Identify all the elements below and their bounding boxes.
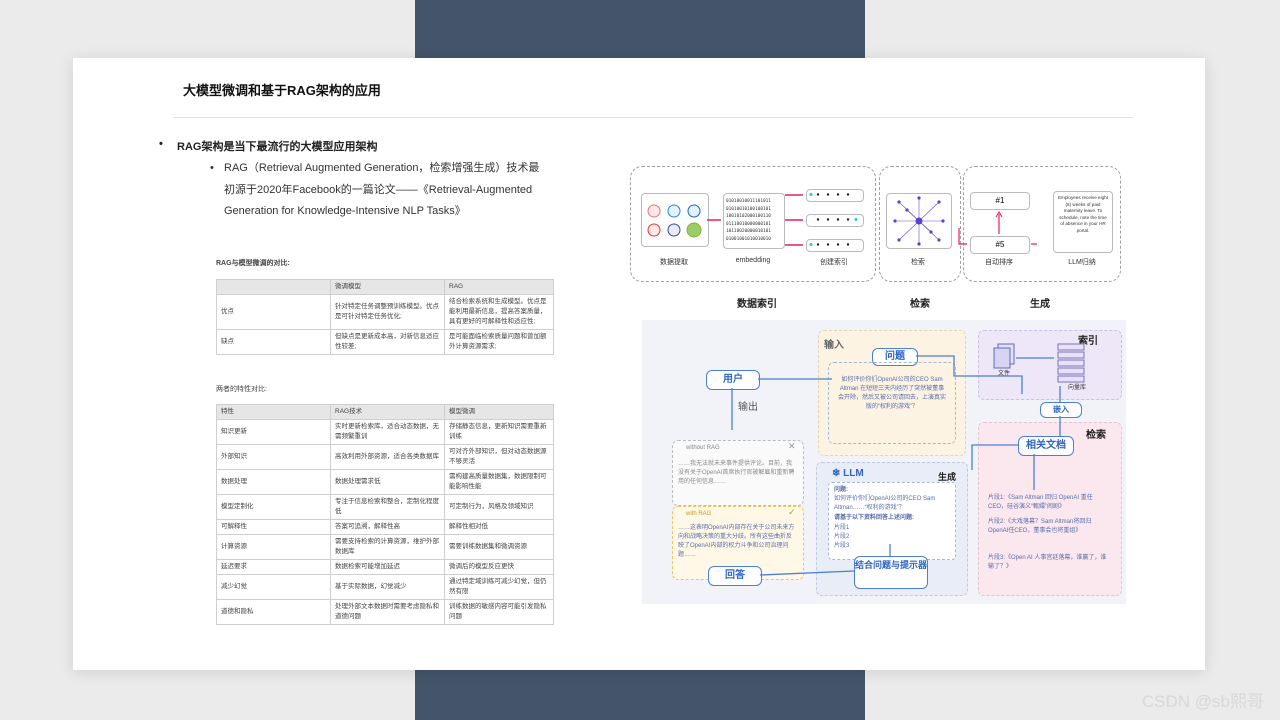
table-cell: 道德和隐私 (216, 599, 331, 625)
table-row: 可解释性 答案可追溯，解释性高 解释性相对低 (216, 519, 554, 535)
title-divider (173, 117, 1133, 118)
table-cell: 处理外部文本数据时需要考虑隐私和道德问题 (330, 599, 445, 625)
llm-summary-box: Employees receive eight (8) weeks of pai… (1053, 191, 1113, 253)
table-row: 特性 RAG技术 模型微调 (216, 404, 554, 420)
flow-diagram: 输入 问题 如何评价你们OpenAI公司的CEO Sam Altman 在短短三… (642, 320, 1126, 604)
table-cell: 可定制行为，风格及领域知识 (444, 494, 554, 520)
table-cell: 可解释性 (216, 519, 331, 535)
table-row: 模型定制化 专注于信息检索和整合，定制化程度低 可定制行为，风格及领域知识 (216, 494, 554, 520)
table-cell: 计算资源 (216, 534, 331, 560)
node-label: 检索 (911, 259, 925, 266)
table-row: 缺点 但缺点是更新成本高，对新信息适应性较差; 是可能面临检索质量问题和曾加额外… (216, 329, 554, 355)
table-row: 知识更新 实时更新检索库，适合动态数据，无需频繁重训 存储静态信息，更新知识需要重新… (216, 419, 554, 445)
table-header: 特性 (216, 404, 331, 420)
table-cell: 缺点 (216, 329, 331, 355)
table-header: RAG (444, 279, 554, 295)
features-table: 特性 RAG技术 模型微调 知识更新 实时更新检索库，适合动态数据，无需频繁重训存… (216, 404, 554, 625)
table-cell: 数据处理 (216, 469, 331, 495)
table-header: 模型微调 (444, 404, 554, 420)
table-cell: 通过特定域训练可减少幻觉，但仍然有限 (444, 574, 554, 600)
vector-dots (809, 193, 858, 246)
table-cell: 答案可追溯，解释性高 (330, 519, 445, 535)
llm-summary-text: Employees receive eight (8) weeks of pai… (1057, 195, 1109, 233)
table-cell: 专注于信息检索和整合，定制化程度低 (330, 494, 445, 520)
bullet-main-text: RAG架构是当下最流行的大模型应用架构 (177, 141, 378, 153)
watermark: CSDN @sb熙哥 (1141, 692, 1264, 711)
table-row: 延迟要求 数据检索可能增加延迟 微调后的模型反应更快 (216, 559, 554, 575)
table-cell: 结合检索系统和生成模型。优点是能利用最新信息，提高答案质量，具有更好的可解释性和… (444, 294, 554, 330)
table-cell: 但缺点是更新成本高，对新信息适应性较差; (330, 329, 445, 355)
table-cell: 优点 (216, 294, 331, 330)
table-cell: 减少幻觉 (216, 574, 331, 600)
table-cell: 针对特定任务调整预训练模型。优点是可针对特定任务优化; (330, 294, 445, 330)
stage-label: 数据索引 (737, 299, 777, 310)
data-sources-box (641, 193, 709, 247)
table-row: 道德和隐私 处理外部文本数据时需要考虑隐私和道德问题 训练数据的敏感内容可能引发隐私… (216, 599, 554, 625)
node-label: LLM归纳 (1068, 259, 1096, 266)
table-header: RAG技术 (330, 404, 445, 420)
table-cell: 高效利用外部资源，适合各类数据库 (330, 444, 445, 470)
retrieve-graph-icon (893, 196, 945, 246)
stage-label: 生成 (1030, 299, 1050, 310)
table-row: 优点 针对特定任务调整预训练模型。优点是可针对特定任务优化; 结合检索系统和生成… (216, 294, 554, 330)
node-label: 数据提取 (660, 259, 688, 266)
features-heading: 两者的特性对比: (216, 386, 267, 393)
bullet-sub-text: RAG（Retrieval Augmented Generation，检索增强生… (224, 162, 540, 217)
retrieve-node (886, 193, 952, 249)
table-header (216, 279, 331, 295)
flow-connectors (731, 355, 1061, 576)
table-cell: 实时更新检索库，适合动态数据，无需频繁重训 (330, 419, 445, 445)
table-cell: 知识更新 (216, 419, 331, 445)
table-row: 数据处理 数据处理需求低 需构建高质量数据集，数据限制可能影响性能 (216, 469, 554, 495)
node-label: 创建索引 (820, 259, 848, 266)
slide-title: 大模型微调和基于RAG架构的应用 (183, 83, 381, 98)
table-row: 计算资源 需要支持检索的计算资源，维护外部数据库 需要训练数据集和微调资源 (216, 534, 554, 560)
table-cell: 存储静态信息，更新知识需要重新训练 (444, 419, 554, 445)
table-row: 微调模型 RAG (216, 279, 554, 295)
data-sources-icons (647, 204, 702, 238)
bullet-sub: • RAG（Retrieval Augmented Generation，检索增… (210, 158, 544, 223)
compare-heading: RAG与模型微调的对比: (216, 260, 290, 267)
bullet-main: • RAG架构是当下最流行的大模型应用架构 (159, 138, 378, 154)
table-cell: 微调后的模型反应更快 (444, 559, 554, 575)
table-cell: 解释性相对低 (444, 519, 554, 535)
table-row: 外部知识 高效利用外部资源，适合各类数据库 可对齐外部知识，但对动态数据源不够灵活 (216, 444, 554, 470)
table-cell: 可对齐外部知识，但对动态数据源不够灵活 (444, 444, 554, 470)
table-cell: 模型定制化 (216, 494, 331, 520)
table-cell: 数据处理需求低 (330, 469, 445, 495)
table-cell: 外部知识 (216, 444, 331, 470)
table-cell: 需构建高质量数据集，数据限制可能影响性能 (444, 469, 554, 495)
compare-table: 微调模型 RAG 优点 针对特定任务调整预训练模型。优点是可针对特定任务优化; … (216, 279, 554, 355)
pipeline-arrows (707, 194, 803, 246)
table-row: 减少幻觉 基于实际数据，幻觉减少 通过特定域训练可减少幻觉，但仍然有限 (216, 574, 554, 600)
bullet-dot: • (159, 138, 163, 150)
bullet-dot: • (210, 162, 214, 174)
slide: 大模型微调和基于RAG架构的应用 • RAG架构是当下最流行的大模型应用架构 •… (73, 58, 1205, 670)
table-cell: 需要训练数据集和微调资源 (444, 534, 554, 560)
rank-arrows (958, 211, 1037, 245)
stage-label: 检索 (910, 299, 930, 310)
table-header: 微调模型 (330, 279, 445, 295)
node-label: 自动排序 (985, 259, 1013, 266)
table-cell: 需要支持检索的计算资源，维护外部数据库 (330, 534, 445, 560)
table-cell: 训练数据的敏感内容可能引发隐私问题 (444, 599, 554, 625)
table-cell: 延迟要求 (216, 559, 331, 575)
table-cell: 是可能面临检索质量问题和曾加额外计算资源需求; (444, 329, 554, 355)
table-cell: 数据检索可能增加延迟 (330, 559, 445, 575)
table-cell: 基于实际数据，幻觉减少 (330, 574, 445, 600)
